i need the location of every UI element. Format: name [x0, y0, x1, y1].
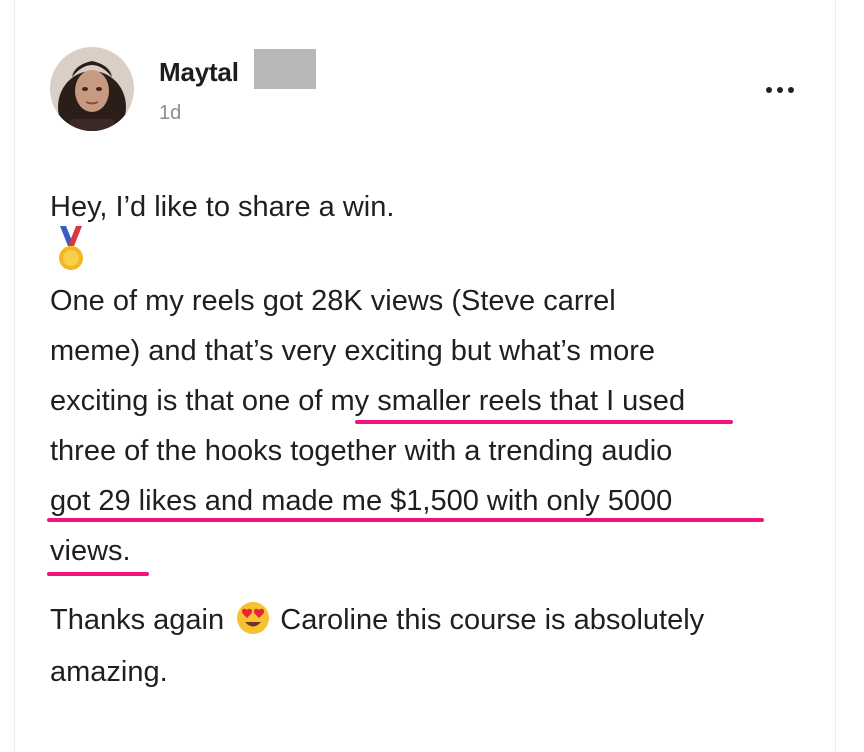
highlight-underline: [47, 572, 149, 576]
post-text-line: got 29 likes and made me $1,500 with onl…: [50, 485, 673, 517]
post-card: [14, 0, 836, 752]
more-options-button[interactable]: [760, 80, 800, 100]
highlight-underline: [47, 518, 764, 522]
post-text-line: views.: [50, 535, 131, 567]
more-horizontal-icon: [766, 87, 794, 93]
post-timestamp: 1d: [159, 102, 182, 124]
highlight-underline: [355, 420, 733, 424]
heart-eyes-emoji: [237, 602, 270, 634]
medal-emoji: [54, 226, 88, 274]
closing-text-after-emoji: Caroline this course is absolutely: [280, 604, 705, 636]
post-closing-line: amazing.: [50, 656, 168, 688]
post-closing-line: Thanks again Caroline this course is abs…: [50, 601, 704, 637]
avatar[interactable]: [50, 47, 134, 131]
post-text-line: exciting is that one of my smaller reels…: [50, 385, 686, 417]
closing-text-before-emoji: Thanks again: [50, 604, 225, 636]
post-text-line: One of my reels got 28K views (Steve car…: [50, 285, 616, 317]
post-text-line: three of the hooks together with a trend…: [50, 435, 673, 467]
post-text-line: meme) and that’s very exciting but what’…: [50, 335, 655, 367]
author-name[interactable]: Maytal: [159, 57, 239, 88]
post-text-line: Hey, I’d like to share a win.: [50, 191, 395, 223]
name-redaction: [254, 49, 316, 89]
